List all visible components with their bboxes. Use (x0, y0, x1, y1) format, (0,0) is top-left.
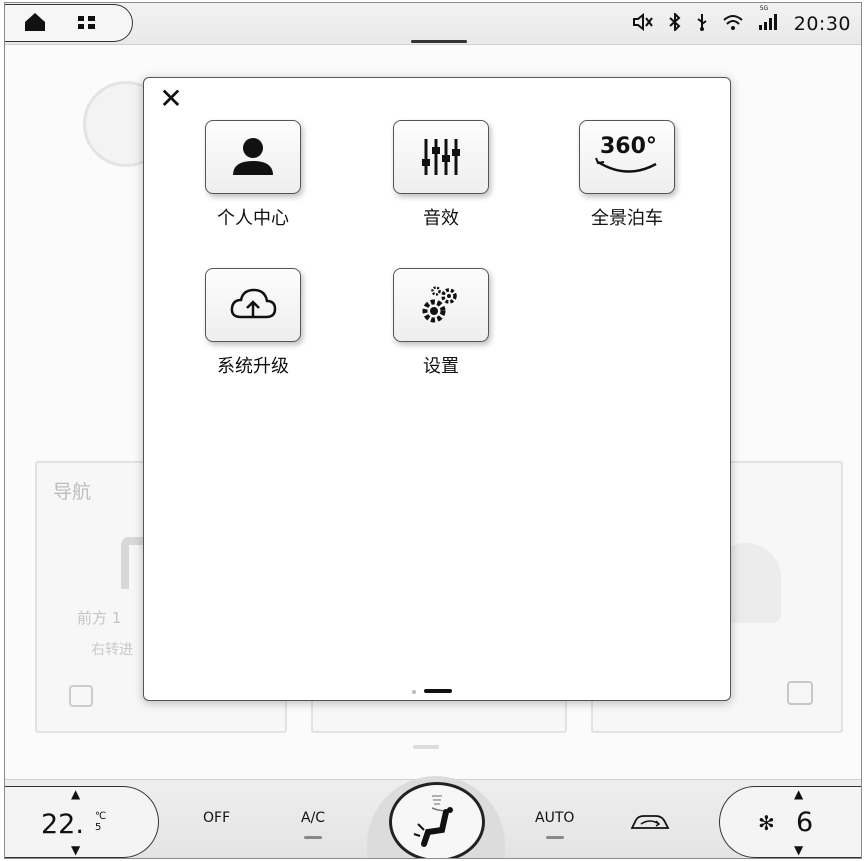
climate-control-bar: ▲ 22. ℃ 5 ▼ OFF A/C AUTO ▲ ✻ 6 ▼ (5, 776, 861, 858)
app-label: 系统升级 (217, 356, 289, 377)
status-bar: 5G 20:30 (5, 3, 861, 45)
temperature-up-button[interactable]: ▲ (71, 787, 80, 801)
app-system-upgrade[interactable]: 系统升级 (198, 268, 308, 378)
climate-off-button[interactable]: OFF (203, 810, 230, 826)
fan-speed-value: 6 (796, 807, 814, 838)
ac-button[interactable]: A/C (301, 810, 325, 839)
fan-speed-down-button[interactable]: ▼ (794, 843, 803, 857)
auto-label: AUTO (535, 810, 575, 826)
app-label: 全景泊车 (591, 208, 663, 229)
mute-icon (632, 12, 654, 35)
equalizer-icon (393, 120, 489, 194)
app-menu-dialog: ✕ 个人中心 音效 360° 全景泊车 系统升级 设置 (143, 77, 731, 701)
auto-climate-button[interactable]: AUTO (535, 810, 574, 839)
cloud-upload-icon (205, 268, 301, 342)
app-label: 设置 (423, 356, 459, 377)
clock: 20:30 (793, 13, 851, 35)
page-dot-active (424, 689, 452, 693)
ac-label: A/C (301, 810, 326, 826)
usb-icon (696, 13, 708, 35)
app-settings[interactable]: 设置 (386, 268, 496, 378)
ac-indicator (304, 836, 323, 839)
home-shortcut-icon (69, 685, 93, 707)
recirculation-button[interactable] (629, 812, 671, 834)
page-dot (412, 690, 416, 694)
nav-front-distance: 前方 1 (77, 609, 122, 627)
app-sound-effects[interactable]: 音效 (386, 120, 496, 230)
app-label: 个人中心 (217, 208, 289, 229)
temperature-decimal: 5 (95, 822, 102, 833)
temperature-unit: ℃ 5 (95, 811, 106, 833)
fan-speed-up-button[interactable]: ▲ (794, 787, 803, 801)
close-button[interactable]: ✕ (156, 84, 186, 114)
app-personal-center[interactable]: 个人中心 (198, 120, 308, 230)
person-icon (205, 120, 301, 194)
climate-off-label: OFF (203, 810, 231, 826)
temperature-unit-celsius: ℃ (95, 811, 107, 822)
signal-label: 5G (759, 5, 769, 12)
temperature-value: 22. (41, 809, 84, 840)
app-panoramic-parking[interactable]: 360° 全景泊车 (572, 120, 682, 230)
app-label: 音效 (423, 208, 459, 229)
temperature-down-button[interactable]: ▼ (71, 843, 80, 857)
seat-airflow-icon (413, 795, 453, 847)
temperature-control: ▲ 22. ℃ 5 ▼ (5, 786, 159, 858)
car-recirculation-icon (630, 815, 670, 829)
notification-pull-handle[interactable] (411, 40, 467, 43)
nav-turn-text: 右转进 (91, 642, 133, 658)
auto-indicator (545, 836, 564, 839)
panorama-360-icon: 360° (579, 120, 675, 194)
contact-book-icon (787, 681, 813, 705)
fan-speed-control: ▲ ✻ 6 ▼ (719, 786, 861, 858)
nav-card-title: 导航 (53, 481, 92, 503)
wifi-icon (722, 13, 744, 35)
apps-icon[interactable] (77, 14, 99, 37)
screen-frame: 5G 20:30 导航 前方 1 右转进 ✕ 个人中心 音效 360° 全景泊车… (4, 2, 862, 859)
signal-icon: 5G (758, 5, 780, 35)
bluetooth-icon (668, 11, 682, 35)
home-icon[interactable] (23, 11, 47, 38)
gears-icon (393, 268, 489, 342)
status-icons: 5G 20:30 (632, 5, 851, 35)
airflow-mode-button[interactable] (389, 782, 485, 858)
status-pill (5, 4, 133, 42)
fan-icon: ✻ (758, 811, 775, 835)
home-page-indicator (413, 745, 439, 749)
